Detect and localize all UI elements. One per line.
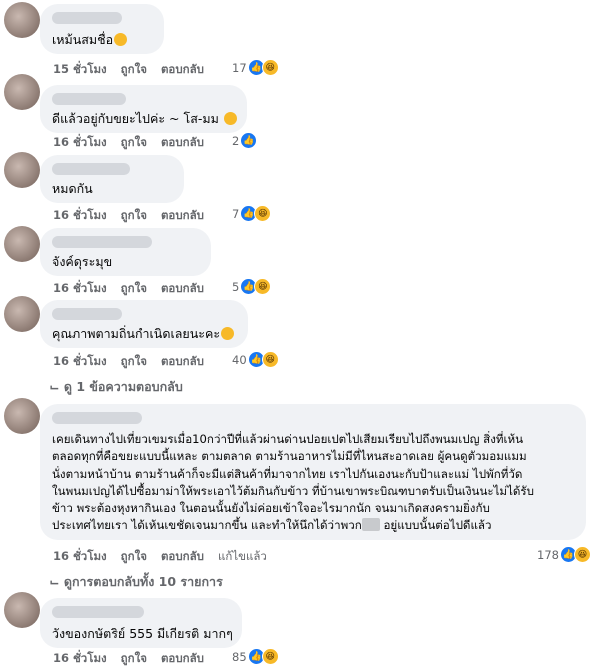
haha-icon: 😆 [254, 278, 272, 295]
redacted-word [361, 518, 380, 532]
comment-bubble: เคยเดินทางไปเที่ยวเขมรเมื่อ10กว่าปีที่แล… [40, 404, 586, 540]
author-name-redacted[interactable] [52, 308, 122, 320]
reaction-count: 85 [232, 649, 247, 664]
comment-actions: 15 ชั่วโมง ถูกใจ ตอบกลับ [53, 61, 204, 79]
comment-bubble: ดีแล้วอยู่กับขยะไปค่ะ ~ โส-มม [40, 85, 247, 133]
avatar[interactable] [4, 592, 40, 628]
edited-label: แก้ไขแล้ว [217, 549, 267, 563]
comment-actions: 16 ชั่วโมง ถูกใจ ตอบกลับ [53, 207, 204, 225]
avatar[interactable] [4, 2, 40, 38]
timestamp[interactable]: 16 ชั่วโมง [53, 280, 107, 298]
author-name-redacted[interactable] [52, 93, 126, 105]
reaction-count: 178 [537, 547, 559, 562]
comment-text: วังของกษัตริย์ 555 มีเกียรติ มากๆ [52, 626, 233, 641]
like-button[interactable]: ถูกใจ [121, 134, 147, 152]
comment-bubble: คุณภาพตามถิ่นกำเนิดเลยนะคะ [40, 300, 248, 348]
smile-emoji-icon [223, 112, 237, 125]
reply-arrow-icon: ⌙ [49, 574, 60, 589]
reaction-summary[interactable]: 17 👍 😆 [232, 59, 279, 76]
like-button[interactable]: ถูกใจ [121, 207, 147, 225]
smile-emoji-icon [114, 33, 128, 46]
like-button[interactable]: ถูกใจ [121, 353, 147, 371]
author-name-redacted[interactable] [52, 606, 144, 618]
reaction-summary[interactable]: 85 👍 😆 [232, 648, 279, 665]
view-replies-link[interactable]: ⌙ ดู 1 ข้อความตอบกลับ [49, 377, 183, 397]
avatar[interactable] [4, 152, 40, 188]
avatar[interactable] [4, 296, 40, 332]
comment-actions: 16 ชั่วโมง ถูกใจ ตอบกลับ [53, 134, 204, 152]
timestamp[interactable]: 16 ชั่วโมง [53, 134, 107, 152]
author-name-redacted[interactable] [52, 12, 122, 24]
reply-button[interactable]: ตอบกลับ [161, 353, 204, 371]
reaction-count: 7 [232, 206, 240, 221]
like-button[interactable]: ถูกใจ [121, 548, 147, 566]
haha-icon: 😆 [573, 546, 591, 563]
comment-bubble: เหม้นสมชื่อ [40, 4, 164, 54]
avatar[interactable] [4, 398, 40, 434]
reply-button[interactable]: ตอบกลับ [161, 548, 204, 566]
author-name-redacted[interactable] [52, 163, 130, 175]
reaction-count: 2 [232, 133, 240, 148]
timestamp[interactable]: 16 ชั่วโมง [53, 353, 107, 371]
reply-button[interactable]: ตอบกลับ [161, 61, 204, 79]
author-name-redacted[interactable] [52, 412, 142, 424]
reply-arrow-icon: ⌙ [49, 379, 60, 394]
timestamp[interactable]: 15 ชั่วโมง [53, 61, 107, 79]
reaction-summary[interactable]: 5 👍 😆 [232, 278, 272, 295]
reply-button[interactable]: ตอบกลับ [161, 280, 204, 298]
reaction-count: 17 [232, 60, 247, 75]
comment-text: ดีแล้วอยู่กับขยะไปค่ะ ~ โส-มม [52, 110, 237, 127]
author-name-redacted[interactable] [52, 236, 152, 248]
comment-text: คุณภาพตามถิ่นกำเนิดเลยนะคะ [52, 325, 235, 342]
comment-bubble: หมดกัน [40, 155, 184, 203]
comment-actions: 16 ชั่วโมง ถูกใจ ตอบกลับ [53, 280, 204, 298]
comment-actions: 16 ชั่วโมง ถูกใจ ตอบกลับ แก้ไขแล้ว [53, 548, 267, 566]
laughing-emoji-icon [221, 327, 235, 340]
reaction-count: 5 [232, 279, 240, 294]
timestamp[interactable]: 16 ชั่วโมง [53, 548, 107, 566]
haha-icon: 😆 [254, 205, 272, 222]
haha-icon: 😆 [261, 351, 279, 368]
timestamp[interactable]: 16 ชั่วโมง [53, 650, 107, 668]
like-button[interactable]: ถูกใจ [121, 61, 147, 79]
comment-text: เคยเดินทางไปเที่ยวเขมรเมื่อ10กว่าปีที่แล… [52, 432, 535, 533]
avatar[interactable] [4, 74, 40, 110]
comment-bubble: จังค์ดุระมุข [40, 228, 211, 276]
reaction-summary[interactable]: 40 👍 😆 [232, 351, 279, 368]
comment-text: เหม้นสมชื่อ [52, 31, 128, 48]
reply-button[interactable]: ตอบกลับ [161, 134, 204, 152]
comment-bubble: วังของกษัตริย์ 555 มีเกียรติ มากๆ [40, 598, 242, 648]
view-all-replies-link[interactable]: ⌙ ดูการตอบกลับทั้ง 10 รายการ [49, 572, 223, 592]
reaction-summary[interactable]: 178 👍 😆 [537, 546, 591, 563]
like-button[interactable]: ถูกใจ [121, 280, 147, 298]
comment-actions: 16 ชั่วโมง ถูกใจ ตอบกลับ [53, 650, 204, 668]
haha-icon: 😆 [261, 648, 279, 665]
like-button[interactable]: ถูกใจ [121, 650, 147, 668]
reply-button[interactable]: ตอบกลับ [161, 650, 204, 668]
comment-text: หมดกัน [52, 181, 93, 196]
reply-button[interactable]: ตอบกลับ [161, 207, 204, 225]
comment-actions: 16 ชั่วโมง ถูกใจ ตอบกลับ [53, 353, 204, 371]
thumbs-up-icon: 👍 [240, 132, 258, 149]
reaction-count: 40 [232, 352, 247, 367]
reaction-summary[interactable]: 2 👍 [232, 132, 258, 149]
haha-icon: 😆 [261, 59, 279, 76]
avatar[interactable] [4, 226, 40, 262]
timestamp[interactable]: 16 ชั่วโมง [53, 207, 107, 225]
comment-text: จังค์ดุระมุข [52, 254, 113, 269]
reaction-summary[interactable]: 7 👍 😆 [232, 205, 272, 222]
